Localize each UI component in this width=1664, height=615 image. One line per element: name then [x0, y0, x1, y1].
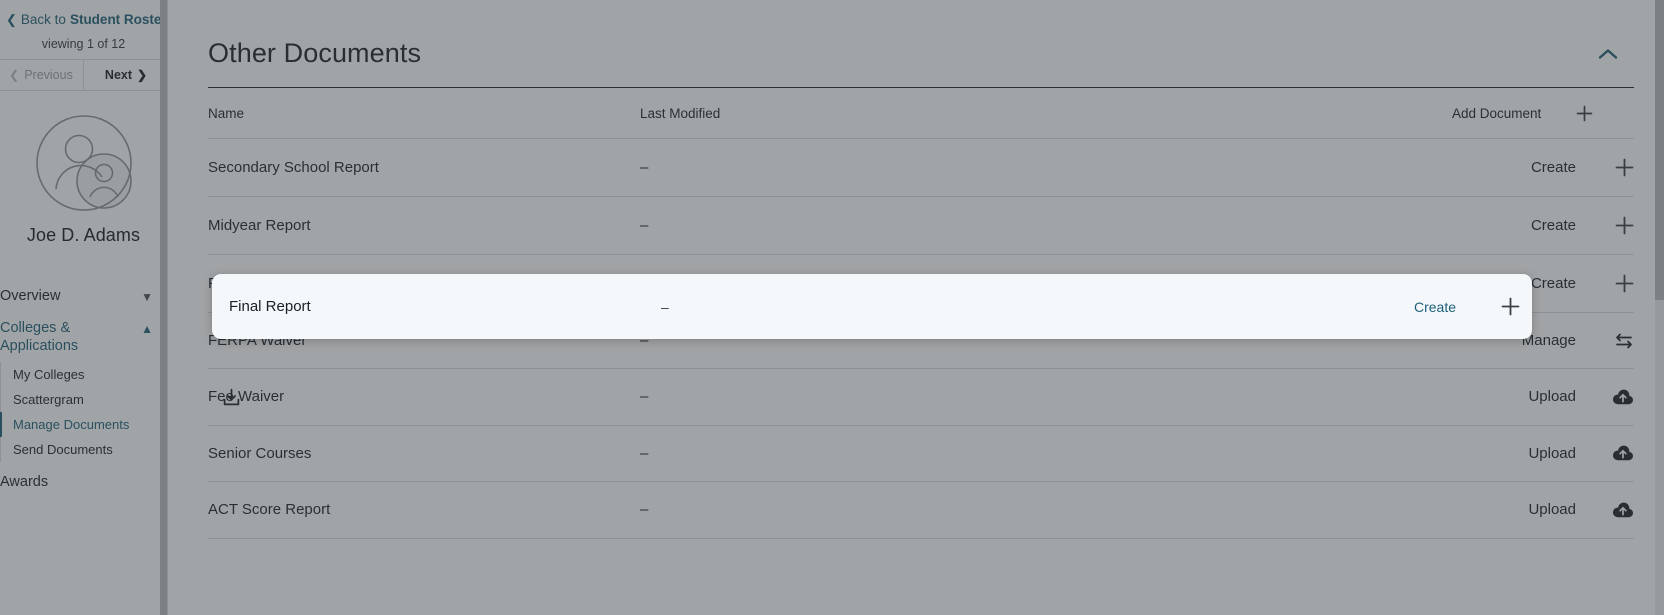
- sidebar-item-colleges-applications-label: Colleges & Applications: [0, 320, 79, 355]
- highlight-row-name: Final Report: [229, 298, 311, 315]
- table-row[interactable]: Secondary School Report – Create: [208, 138, 1634, 197]
- sidebar-scrollbar-thumb[interactable]: [160, 0, 167, 615]
- row-action-link[interactable]: Create: [1452, 138, 1576, 197]
- sidebar-item-awards-label: Awards: [0, 474, 49, 491]
- add-document-link[interactable]: Add Document: [1452, 88, 1576, 139]
- plus-icon: [1615, 216, 1634, 235]
- cloud-upload-icon: [1612, 389, 1634, 406]
- plus-icon: [1615, 158, 1634, 177]
- user-avatar-icon: [35, 115, 132, 211]
- next-button[interactable]: Next ❯: [84, 60, 168, 90]
- highlight-row-last-modified: –: [661, 298, 669, 315]
- back-link-prefix: Back to: [20, 12, 66, 27]
- exchange-arrows-icon: [1614, 333, 1634, 349]
- row-action-icon-button[interactable]: [1576, 138, 1634, 197]
- plus-icon: [1501, 297, 1520, 316]
- row-action-icon-button[interactable]: [1576, 368, 1634, 426]
- row-name-text: Fee Waiver: [208, 388, 285, 406]
- row-action-link[interactable]: Upload: [1452, 368, 1576, 426]
- table-row[interactable]: Midyear Report – Create: [208, 196, 1634, 255]
- cloud-upload-icon: [1612, 502, 1634, 519]
- student-pager: ❮ Previous Next ❯: [0, 59, 168, 91]
- row-last-modified: –: [640, 138, 1452, 197]
- sidebar-item-awards[interactable]: Awards: [0, 462, 167, 497]
- chevron-down-icon: ▼: [141, 290, 153, 304]
- row-action-icon-button[interactable]: [1576, 481, 1634, 539]
- page-scrollbar-thumb[interactable]: [1655, 0, 1664, 300]
- table-row[interactable]: Senior Courses – Upload: [208, 425, 1634, 483]
- column-header-name: Name: [208, 88, 640, 139]
- row-action-link[interactable]: Upload: [1452, 425, 1576, 483]
- row-name: Secondary School Report: [208, 138, 640, 197]
- download-icon: [222, 388, 241, 407]
- sidebar-item-manage-documents[interactable]: Manage Documents: [0, 412, 167, 438]
- sidebar-nav: Overview ▼ Colleges & Applications ▲ My …: [0, 280, 167, 497]
- avatar-container: [0, 91, 167, 219]
- chevron-up-icon[interactable]: [1598, 45, 1634, 63]
- next-label: Next: [104, 68, 133, 82]
- student-name: Joe D. Adams: [26, 225, 141, 245]
- page-title: Other Documents: [208, 38, 422, 68]
- highlight-row-plus-button[interactable]: [1462, 297, 1524, 316]
- row-name: Senior Courses: [208, 425, 640, 483]
- row-action-icon-button[interactable]: [1576, 425, 1634, 483]
- back-to-student-roster-link[interactable]: ❮ Back to Student Roster: [0, 0, 167, 33]
- chevron-right-icon: ❯: [137, 68, 148, 82]
- row-last-modified: –: [640, 481, 1452, 539]
- sidebar-item-send-documents-label: Send Documents: [13, 442, 113, 458]
- add-document-plus-button[interactable]: [1576, 88, 1634, 139]
- page-scrollbar[interactable]: [1655, 0, 1664, 615]
- sidebar-item-colleges-applications[interactable]: Colleges & Applications ▲: [0, 312, 167, 362]
- back-link-target: Student Roster: [69, 12, 167, 27]
- sidebar-item-overview[interactable]: Overview ▼: [0, 280, 167, 312]
- sidebar-item-my-colleges-label: My Colleges: [13, 367, 85, 383]
- row-action-icon-button[interactable]: [1576, 312, 1634, 370]
- sidebar-scrollbar[interactable]: [160, 0, 167, 615]
- previous-label: Previous: [24, 68, 73, 82]
- table-row[interactable]: ACT Score Report – Upload: [208, 481, 1634, 539]
- row-name: ACT Score Report: [208, 481, 640, 539]
- sidebar-item-scattergram[interactable]: Scattergram: [0, 387, 167, 412]
- chevron-up-icon: ▲: [141, 322, 153, 337]
- chevron-up-glyph: [1598, 48, 1618, 59]
- row-last-modified: –: [640, 425, 1452, 483]
- plus-icon: [1615, 274, 1634, 293]
- row-action-link[interactable]: Upload: [1452, 481, 1576, 539]
- column-header-last-modified: Last Modified: [640, 88, 1452, 139]
- plus-icon: [1576, 105, 1593, 122]
- row-name: Fee Waiver: [208, 368, 640, 426]
- avatar: [34, 113, 134, 213]
- sidebar-subnav: My Colleges Scattergram Manage Documents…: [0, 362, 167, 463]
- chevron-left-icon: ❮: [6, 12, 17, 27]
- sidebar-item-scattergram-label: Scattergram: [13, 392, 84, 408]
- row-last-modified: –: [640, 368, 1452, 426]
- viewing-counter: viewing 1 of 12: [41, 37, 126, 51]
- row-action-link[interactable]: Create: [1452, 196, 1576, 255]
- row-last-modified: –: [640, 196, 1452, 255]
- highlight-row-create-link[interactable]: Create: [1332, 299, 1462, 315]
- row-action-icon-button[interactable]: [1576, 196, 1634, 255]
- other-documents-panel: Other Documents Name Last Modified Add D…: [168, 0, 1664, 539]
- table-row[interactable]: Fee Waiver – Upload: [208, 368, 1634, 426]
- panel-header: Other Documents: [208, 0, 1634, 88]
- sidebar-item-my-colleges[interactable]: My Colleges: [0, 362, 167, 387]
- sidebar: ❮ Back to Student Roster viewing 1 of 12…: [0, 0, 168, 615]
- row-action-icon-button[interactable]: [1576, 254, 1634, 313]
- sidebar-item-send-documents[interactable]: Send Documents: [0, 437, 167, 462]
- sidebar-item-manage-documents-label: Manage Documents: [13, 417, 130, 433]
- row-name: Midyear Report: [208, 196, 640, 255]
- table-header-row: Name Last Modified Add Document: [208, 88, 1634, 139]
- cloud-upload-icon: [1612, 445, 1634, 462]
- previous-button[interactable]: ❮ Previous: [0, 60, 84, 90]
- highlighted-row-final-report[interactable]: Final Report – Create: [212, 274, 1532, 339]
- chevron-left-icon: ❮: [9, 68, 20, 82]
- sidebar-item-overview-label: Overview: [0, 288, 61, 304]
